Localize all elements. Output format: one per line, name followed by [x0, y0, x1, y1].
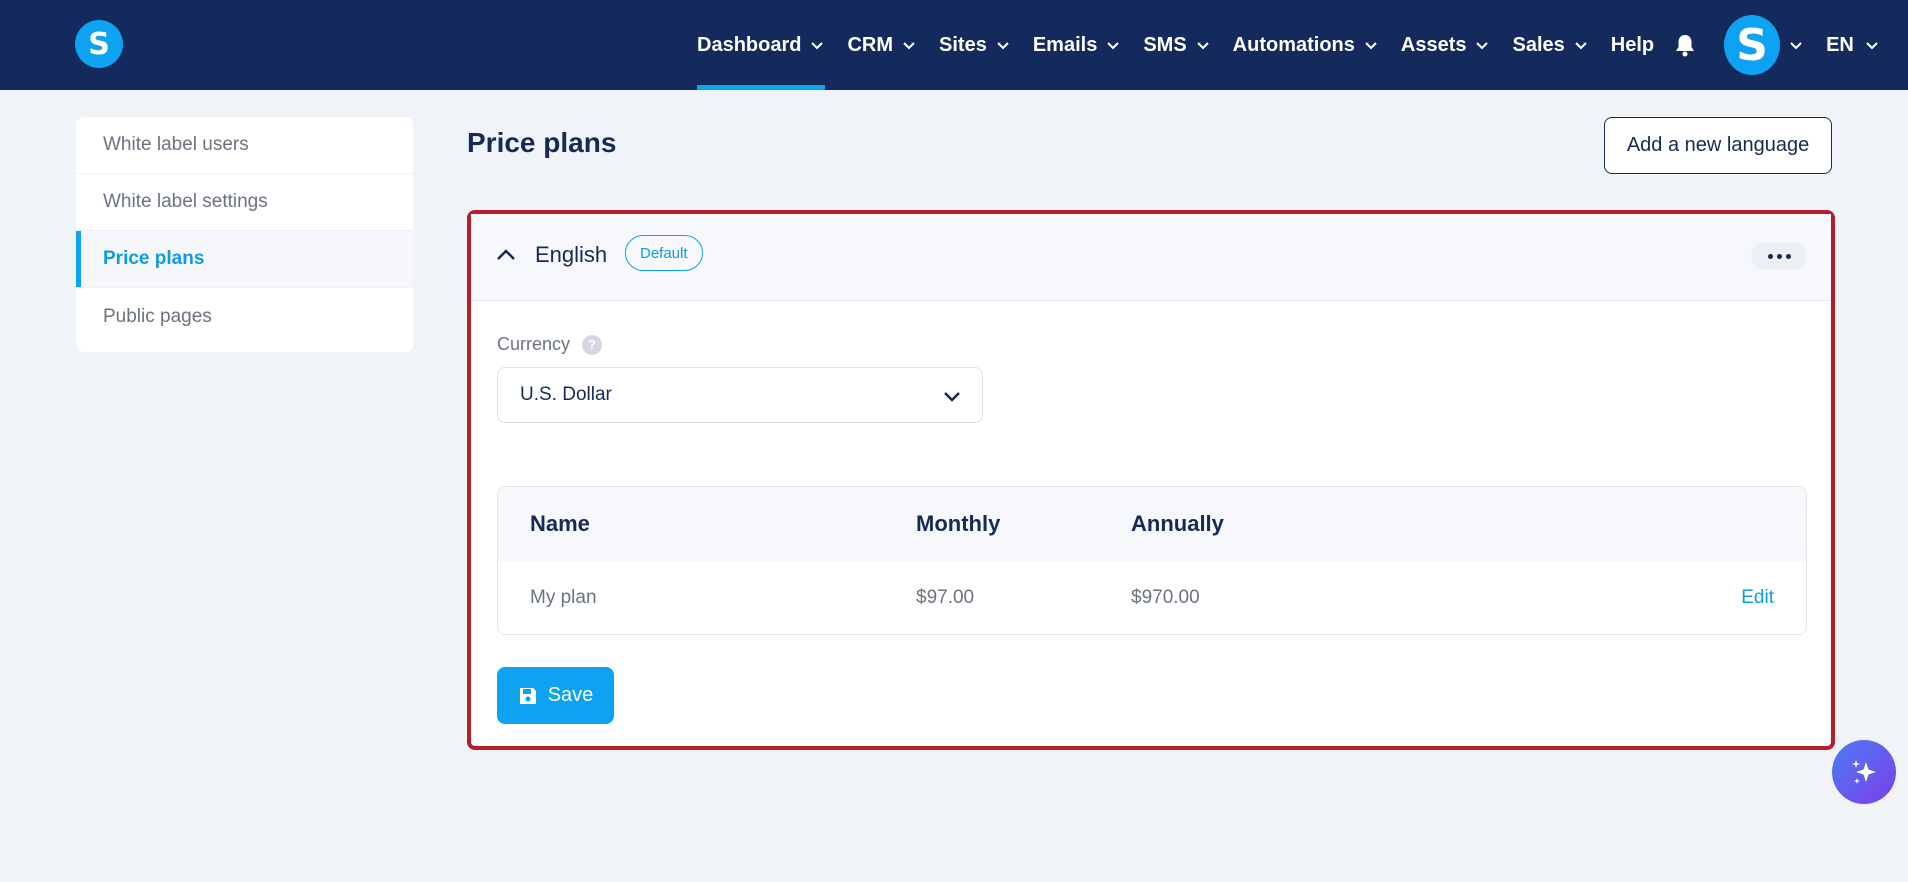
chevron-down-icon	[1107, 42, 1120, 50]
plan-annual-price: $970.00	[1131, 587, 1200, 608]
nav-dashboard[interactable]: Dashboard	[697, 0, 826, 90]
chevron-down-icon	[903, 42, 915, 50]
table-header: Name Monthly Annually	[498, 487, 1806, 562]
chevron-down-icon	[1866, 42, 1878, 50]
currency-select[interactable]: U.S. Dollar	[497, 367, 983, 423]
more-icon	[1767, 253, 1773, 259]
help-icon[interactable]: ?	[582, 334, 603, 355]
currency-label: Currency ?	[497, 334, 603, 355]
price-plans-table: Name Monthly Annually My plan $97.00 $97…	[497, 486, 1807, 635]
chevron-down-icon	[1365, 42, 1377, 50]
plan-name: My plan	[530, 587, 597, 608]
nav-sales[interactable]: Sales	[1512, 0, 1588, 90]
save-button[interactable]: Save	[497, 667, 614, 724]
nav-assets[interactable]: Assets	[1401, 0, 1491, 90]
page-title: Price plans	[467, 127, 617, 158]
language-name: English	[535, 242, 608, 267]
chevron-down-icon	[811, 42, 824, 50]
edit-plan-link[interactable]: Edit	[1741, 587, 1774, 609]
sidebar-item-white-label-users[interactable]: White label users	[76, 117, 413, 174]
nav-crm[interactable]: CRM	[847, 0, 917, 90]
chevron-up-icon[interactable]	[495, 246, 517, 264]
column-header-annually: Annually	[1131, 511, 1224, 536]
top-navbar: S Dashboard CRM Sites Emails SMS Automat…	[0, 0, 1908, 90]
chevron-down-icon[interactable]	[1788, 37, 1804, 53]
column-header-name: Name	[530, 511, 590, 536]
ai-assistant-button[interactable]	[1832, 740, 1896, 804]
nav-sites[interactable]: Sites	[939, 0, 1011, 90]
main-nav: Dashboard CRM Sites Emails SMS Automatio…	[697, 0, 1880, 90]
plan-monthly-price: $97.00	[916, 587, 975, 608]
sidebar-item-price-plans[interactable]: Price plans	[76, 231, 413, 288]
language-switcher[interactable]: EN	[1826, 34, 1880, 57]
chevron-down-icon	[944, 392, 960, 402]
app-logo[interactable]: S	[75, 20, 123, 68]
sidebar-item-white-label-settings[interactable]: White label settings	[76, 174, 413, 231]
sparkle-icon	[1852, 760, 1876, 784]
save-icon	[519, 687, 536, 704]
nav-automations[interactable]: Automations	[1233, 0, 1379, 90]
language-panel-header[interactable]: English Default	[471, 214, 1831, 301]
chevron-down-icon	[1196, 42, 1209, 50]
nav-help[interactable]: Help	[1611, 0, 1654, 90]
more-options-button[interactable]	[1751, 242, 1807, 270]
bell-icon	[1676, 35, 1695, 57]
language-panel: English Default Currency ? U.S. Dollar N…	[467, 210, 1835, 750]
avatar[interactable]: S	[1724, 15, 1781, 75]
table-row: My plan $97.00 $970.00 Edit	[498, 562, 1806, 634]
chevron-down-icon	[997, 42, 1009, 50]
default-badge: Default	[625, 235, 703, 271]
sidebar-item-public-pages[interactable]: Public pages	[76, 288, 413, 345]
chevron-down-icon	[1476, 42, 1489, 50]
nav-emails[interactable]: Emails	[1033, 0, 1121, 90]
nav-sms[interactable]: SMS	[1143, 0, 1210, 90]
column-header-monthly: Monthly	[916, 511, 1001, 536]
notifications-button[interactable]	[1674, 33, 1696, 57]
chevron-down-icon	[1575, 42, 1587, 50]
settings-sidebar: White label users White label settings P…	[76, 117, 413, 352]
add-language-button[interactable]: Add a new language	[1604, 117, 1832, 174]
